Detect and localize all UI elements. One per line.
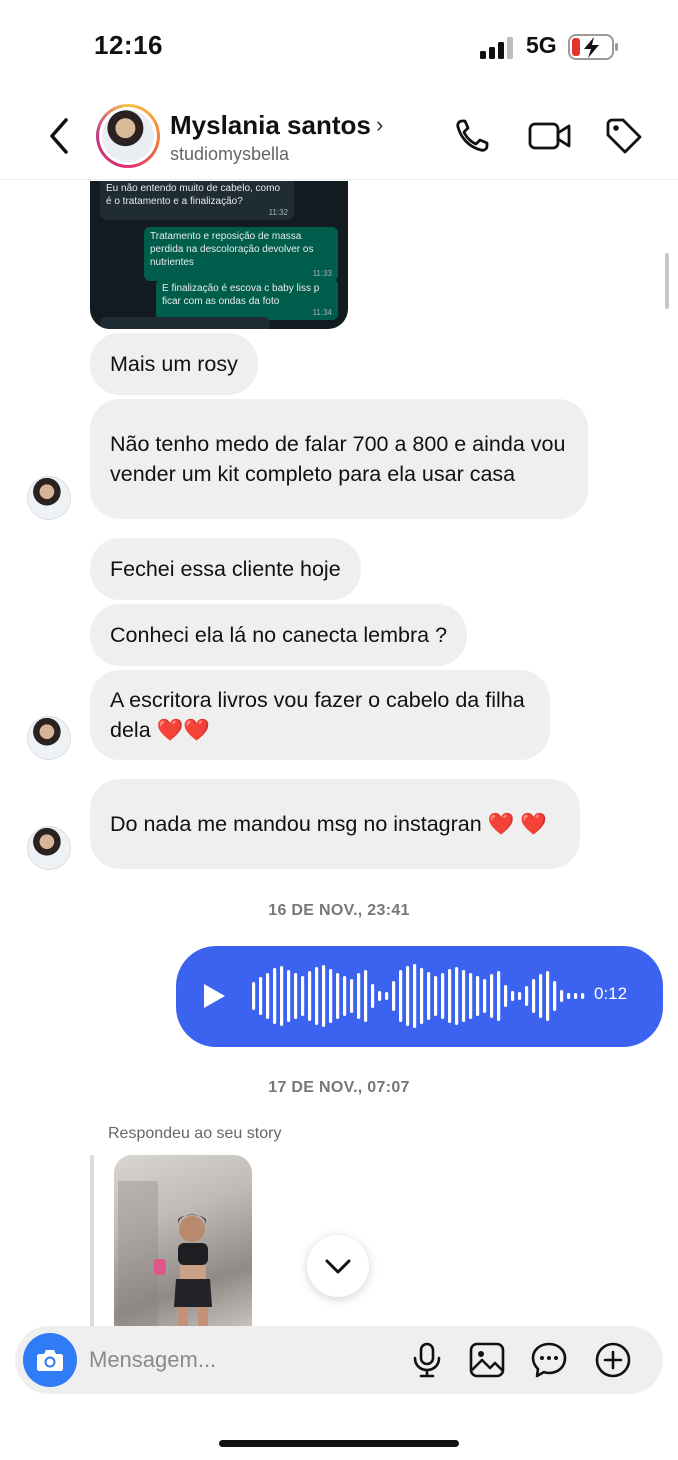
waveform-bar bbox=[476, 976, 480, 1016]
shared-screenshot-image[interactable]: Eu não entendo muito de cabelo, como é o… bbox=[90, 181, 348, 329]
waveform-bar bbox=[553, 981, 557, 1011]
waveform-bar bbox=[308, 971, 312, 1021]
image-icon[interactable] bbox=[469, 1342, 505, 1378]
contact-username: studiomysbella bbox=[170, 144, 290, 164]
incoming-message[interactable]: Não tenho medo de falar 700 a 800 e aind… bbox=[90, 399, 588, 519]
waveform-bar bbox=[259, 977, 263, 1015]
incoming-message[interactable]: Do nada me mandou msg no instagran ❤️ ❤️ bbox=[90, 779, 580, 869]
message-input[interactable] bbox=[89, 1344, 389, 1376]
waveform-bar bbox=[287, 970, 291, 1022]
waveform-bar bbox=[441, 973, 445, 1019]
waveform-bar bbox=[343, 976, 347, 1016]
status-time: 12:16 bbox=[94, 30, 163, 60]
chevron-left-icon[interactable] bbox=[42, 116, 76, 156]
chevron-right-icon[interactable]: › bbox=[376, 112, 383, 138]
sender-avatar[interactable] bbox=[27, 716, 71, 760]
waveform-bar bbox=[427, 972, 431, 1020]
waveform-bar bbox=[434, 976, 438, 1016]
waveform-bar bbox=[294, 973, 298, 1019]
waveform-bar bbox=[546, 971, 550, 1021]
waveform-bar bbox=[378, 991, 382, 1001]
waveform-bar bbox=[525, 986, 529, 1006]
chevron-down-icon bbox=[325, 1259, 351, 1274]
waveform-bar bbox=[518, 992, 522, 1000]
reply-indicator-bar bbox=[90, 1155, 94, 1326]
waveform-bar bbox=[315, 967, 319, 1025]
waveform-bar bbox=[574, 993, 578, 999]
waveform-bar bbox=[322, 965, 326, 1027]
chat-header: Myslania santos › studiomysbella bbox=[0, 92, 678, 180]
microphone-icon[interactable] bbox=[409, 1342, 445, 1378]
screenshot-message: Eu não entendo muito de cabelo, como é o… bbox=[100, 181, 294, 220]
video-camera-icon[interactable] bbox=[528, 116, 572, 156]
phone-icon[interactable] bbox=[452, 116, 492, 156]
waveform-bar bbox=[399, 970, 403, 1022]
story-thumbnail[interactable] bbox=[114, 1155, 252, 1326]
waveform-bar bbox=[385, 992, 389, 1000]
waveform-bar bbox=[364, 970, 368, 1022]
waveform-bar bbox=[511, 991, 515, 1001]
waveform-bar bbox=[497, 971, 501, 1021]
waveform-bar bbox=[371, 984, 375, 1008]
scroll-to-bottom-button[interactable] bbox=[307, 1235, 369, 1297]
incoming-message[interactable]: A escritora livros vou fazer o cabelo da… bbox=[90, 670, 550, 760]
waveform-bar bbox=[539, 974, 543, 1018]
sender-avatar[interactable] bbox=[27, 476, 71, 520]
signal-icon bbox=[480, 37, 513, 59]
chat-thread[interactable]: Eu não entendo muito de cabelo, como é o… bbox=[0, 181, 678, 1326]
waveform-bar bbox=[581, 993, 585, 999]
waveform-bar bbox=[504, 985, 508, 1007]
waveform-bar bbox=[273, 968, 277, 1024]
scrollbar[interactable] bbox=[665, 253, 669, 309]
waveform-bar bbox=[567, 993, 571, 999]
waveform-bar bbox=[266, 973, 270, 1019]
waveform-bar bbox=[329, 969, 333, 1023]
waveform-bar bbox=[301, 976, 305, 1016]
battery-charging-icon bbox=[568, 34, 618, 60]
waveform-bar bbox=[455, 967, 459, 1025]
story-reply-label: Respondeu ao seu story bbox=[108, 1125, 282, 1142]
network-type: 5G bbox=[526, 32, 557, 58]
waveform-bar bbox=[462, 970, 466, 1022]
waveform-bar bbox=[350, 979, 354, 1013]
sender-avatar[interactable] bbox=[27, 826, 71, 870]
voice-message[interactable]: 0:12 bbox=[176, 946, 663, 1047]
incoming-message[interactable]: Mais um rosy bbox=[90, 333, 258, 395]
voice-duration: 0:12 bbox=[594, 984, 628, 1003]
contact-name[interactable]: Myslania santos bbox=[170, 110, 371, 141]
camera-icon bbox=[37, 1350, 63, 1371]
screenshot-message: Tratamento e reposição de massa perdida … bbox=[144, 227, 338, 281]
screenshot-message: E finalização é escova c baby liss p fic… bbox=[156, 279, 338, 320]
tag-icon[interactable] bbox=[604, 116, 644, 156]
waveform-bar bbox=[406, 966, 410, 1026]
waveform-bar bbox=[448, 969, 452, 1023]
date-separator: 17 DE NOV., 07:07 bbox=[268, 1079, 410, 1096]
waveform-bar bbox=[532, 979, 536, 1013]
waveform-bar bbox=[336, 973, 340, 1019]
play-icon[interactable] bbox=[202, 983, 226, 1009]
audio-waveform[interactable] bbox=[248, 964, 588, 1028]
waveform-bar bbox=[469, 973, 473, 1019]
story-photo-person bbox=[118, 1181, 212, 1326]
waveform-bar bbox=[490, 974, 494, 1018]
waveform-bar bbox=[413, 964, 417, 1028]
plus-circle-icon[interactable] bbox=[595, 1342, 631, 1378]
waveform-bar bbox=[560, 990, 564, 1002]
waveform-bar bbox=[280, 966, 284, 1026]
waveform-bar bbox=[357, 973, 361, 1019]
contact-avatar[interactable] bbox=[96, 104, 160, 168]
date-separator: 16 DE NOV., 23:41 bbox=[268, 902, 410, 919]
waveform-bar bbox=[392, 981, 396, 1011]
home-indicator bbox=[219, 1440, 459, 1447]
chat-bubble-icon[interactable] bbox=[531, 1342, 567, 1378]
waveform-bar bbox=[483, 979, 487, 1013]
waveform-bar bbox=[420, 968, 424, 1024]
status-bar: 12:16 5G bbox=[0, 0, 678, 90]
camera-button[interactable] bbox=[23, 1333, 77, 1387]
incoming-message[interactable]: Fechei essa cliente hoje bbox=[90, 538, 361, 600]
message-composer bbox=[15, 1326, 663, 1394]
waveform-bar bbox=[252, 982, 256, 1010]
incoming-message[interactable]: Conheci ela lá no canecta lembra ? bbox=[90, 604, 468, 666]
